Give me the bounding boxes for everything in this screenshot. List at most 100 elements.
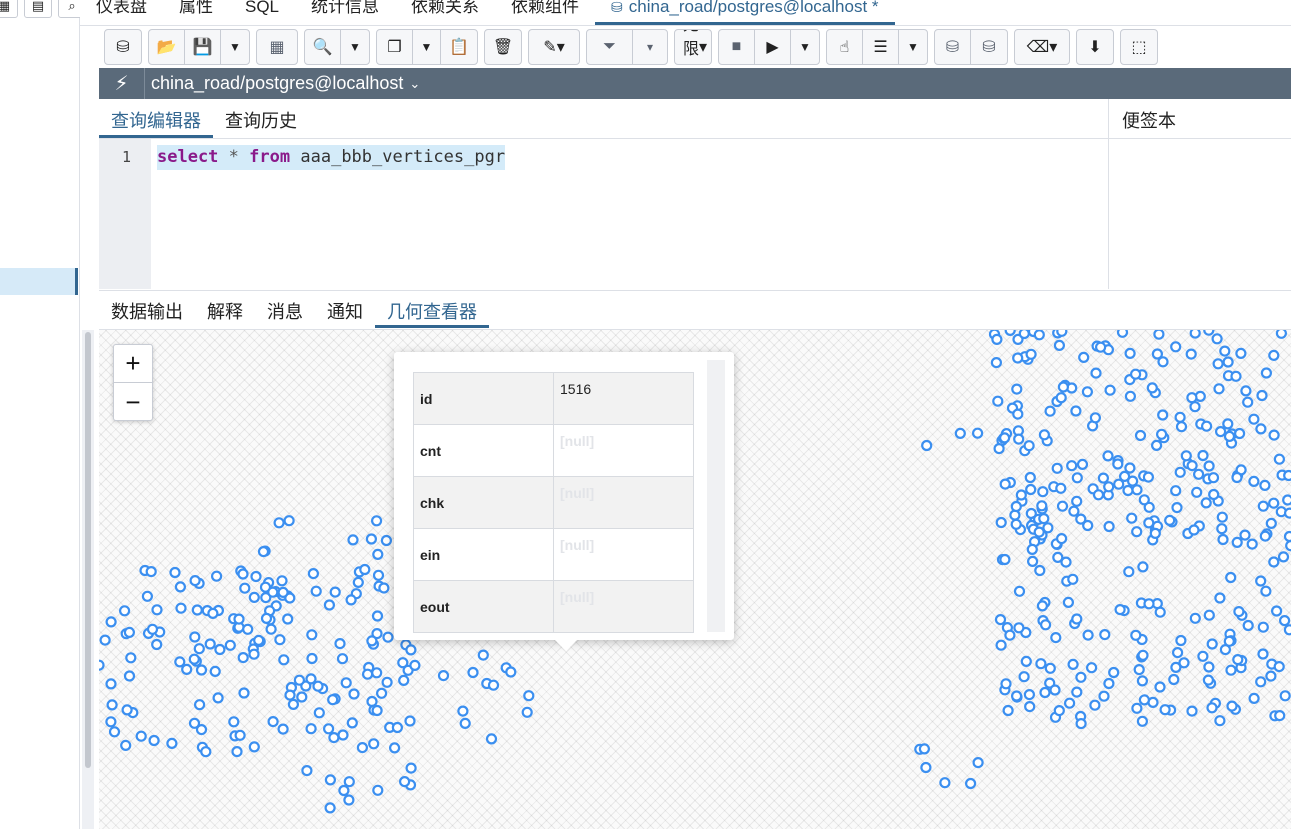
vertex-point[interactable]: [1197, 650, 1209, 662]
vertex-point[interactable]: [195, 724, 208, 736]
vertex-point[interactable]: [1170, 485, 1182, 497]
vertex-point[interactable]: [293, 674, 305, 686]
vertex-point[interactable]: [1038, 429, 1051, 441]
vertex-point[interactable]: [283, 515, 295, 527]
vertex-point[interactable]: [1143, 598, 1155, 610]
vertex-point[interactable]: [1171, 502, 1183, 514]
vertex-point[interactable]: [1025, 348, 1037, 360]
vertex-point[interactable]: [999, 478, 1011, 490]
vertex-point[interactable]: [1192, 468, 1205, 480]
tab-dependents[interactable]: 依赖组件: [495, 0, 595, 25]
table-grid-icon[interactable]: ▦: [0, 0, 18, 18]
vertex-point[interactable]: [334, 638, 346, 650]
vertex-point[interactable]: [1191, 486, 1203, 498]
vertex-point[interactable]: [1219, 345, 1231, 357]
vertex-point[interactable]: [1122, 484, 1134, 497]
vertex-point[interactable]: [105, 616, 117, 628]
vertex-point[interactable]: [1159, 704, 1171, 716]
copy-icon[interactable]: ❐: [377, 30, 413, 64]
vertex-point[interactable]: [306, 652, 318, 665]
vertex-point[interactable]: [276, 575, 288, 587]
edit-data-grid-icon[interactable]: ▦: [257, 30, 297, 64]
vertex-point[interactable]: [1102, 450, 1114, 462]
vertex-point[interactable]: [1270, 605, 1283, 617]
vertex-point[interactable]: [337, 729, 349, 741]
vertex-point[interactable]: [505, 666, 517, 678]
vertex-point[interactable]: [1018, 671, 1030, 683]
vertex-point[interactable]: [1103, 481, 1115, 493]
vertex-point[interactable]: [324, 774, 336, 786]
popup-scrollbar[interactable]: [707, 360, 725, 632]
tab-geometry-viewer[interactable]: 几何查看器: [375, 291, 489, 328]
vertex-point[interactable]: [273, 517, 285, 529]
vertex-point[interactable]: [1206, 702, 1218, 714]
vertex-point[interactable]: [284, 689, 296, 701]
vertex-point[interactable]: [1146, 382, 1158, 394]
vertex-point[interactable]: [371, 515, 383, 527]
tab-notifications[interactable]: 通知: [315, 291, 375, 328]
vertex-point[interactable]: [296, 691, 308, 703]
vertex-point[interactable]: [1124, 347, 1136, 359]
vertex-point[interactable]: [313, 707, 325, 719]
vertex-point[interactable]: [1010, 518, 1022, 530]
vertex-point[interactable]: [301, 765, 313, 777]
vertex-point[interactable]: [404, 715, 416, 727]
vertex-point[interactable]: [135, 730, 147, 742]
vertex-point[interactable]: [234, 729, 246, 741]
vertex-point[interactable]: [195, 664, 208, 676]
vertex-point[interactable]: [1285, 540, 1291, 552]
vertex-point[interactable]: [1157, 356, 1169, 368]
vertex-point[interactable]: [174, 656, 186, 668]
vertex-point[interactable]: [1013, 585, 1026, 597]
vertex-point[interactable]: [224, 639, 236, 651]
vertex-point[interactable]: [437, 670, 450, 682]
vertex-point[interactable]: [1012, 352, 1024, 364]
vertex-point[interactable]: [1273, 453, 1286, 465]
vertex-point[interactable]: [523, 690, 535, 702]
vertex-point[interactable]: [398, 674, 410, 686]
vertex-point[interactable]: [1223, 430, 1236, 443]
zoom-out-button[interactable]: −: [114, 383, 152, 421]
vertex-point[interactable]: [274, 634, 286, 646]
vertex-point[interactable]: [399, 776, 411, 788]
vertex-point[interactable]: [287, 698, 299, 710]
vertex-point[interactable]: [1036, 600, 1049, 612]
vertex-point[interactable]: [1038, 513, 1050, 525]
macros-icon[interactable]: ⬚: [1121, 30, 1157, 64]
vertex-point[interactable]: [1235, 347, 1247, 359]
vertex-point[interactable]: [990, 356, 1003, 369]
vertex-point[interactable]: [1226, 700, 1238, 712]
vertex-point[interactable]: [457, 705, 469, 717]
vertex-point[interactable]: [348, 688, 360, 700]
vertex-point[interactable]: [191, 604, 203, 616]
vertex-point[interactable]: [306, 629, 318, 641]
download-icon[interactable]: ⬇: [1077, 30, 1113, 64]
vertex-point[interactable]: [1085, 662, 1098, 674]
vertex-point[interactable]: [277, 586, 289, 598]
save-options-chevron-icon[interactable]: ▼: [221, 30, 249, 64]
vertex-point[interactable]: [204, 638, 216, 650]
vertex-point[interactable]: [1185, 348, 1197, 360]
find-icon[interactable]: 🔍: [305, 30, 341, 64]
vertex-point[interactable]: [242, 623, 254, 635]
vertex-point[interactable]: [1004, 330, 1016, 336]
save-file-icon[interactable]: 💾: [185, 30, 221, 64]
vertex-point[interactable]: [1015, 489, 1027, 501]
vertex-point[interactable]: [1268, 556, 1280, 568]
vertex-point[interactable]: [237, 652, 249, 664]
vertex-point[interactable]: [1137, 561, 1149, 573]
vertex-point[interactable]: [1275, 330, 1287, 339]
vertex-point[interactable]: [123, 626, 135, 638]
vertex-point[interactable]: [1206, 638, 1218, 650]
open-file-icon[interactable]: 📂: [149, 30, 185, 64]
vertex-point[interactable]: [312, 680, 324, 692]
vertex-point[interactable]: [381, 676, 393, 688]
connection-status-icon[interactable]: ⛁: [105, 30, 141, 64]
vertex-point[interactable]: [1081, 386, 1094, 398]
vertex-point[interactable]: [995, 516, 1007, 529]
vertex-point[interactable]: [1189, 330, 1201, 339]
vertex-point[interactable]: [1023, 440, 1035, 452]
vertex-point[interactable]: [1222, 356, 1234, 368]
vertex-point[interactable]: [1259, 479, 1271, 491]
vertex-point[interactable]: [991, 333, 1003, 345]
